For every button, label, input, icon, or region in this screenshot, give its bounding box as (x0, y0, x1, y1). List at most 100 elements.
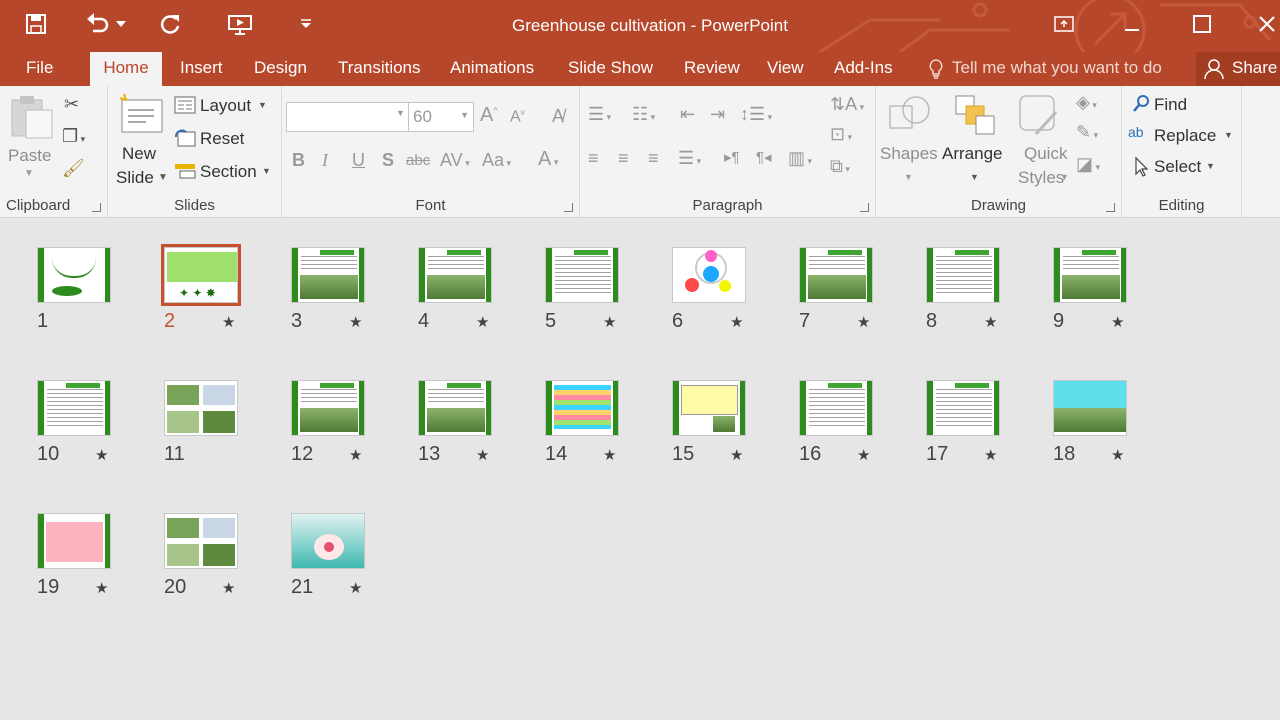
new-slide-dropdown-icon[interactable]: ▼ (158, 172, 168, 183)
quick-styles-dropdown-icon[interactable]: ▼ (1060, 172, 1069, 182)
slide-thumbnail[interactable] (672, 380, 746, 436)
animation-star-icon[interactable]: ★ (1111, 446, 1124, 464)
animation-star-icon[interactable]: ★ (349, 313, 362, 331)
paste-icon[interactable] (10, 94, 54, 140)
numbering-icon[interactable]: ☷ ▾ (632, 104, 655, 125)
replace-label[interactable]: Replace (1154, 126, 1216, 146)
tell-me-search[interactable]: Tell me what you want to do (952, 52, 1178, 86)
present-icon[interactable] (226, 10, 254, 38)
new-slide-label-1[interactable]: New (122, 144, 156, 164)
increase-indent-icon[interactable]: ⇥ (710, 104, 725, 125)
font-name-input[interactable] (286, 102, 412, 132)
drawing-launcher-icon[interactable] (1106, 203, 1115, 212)
select-icon[interactable] (1134, 156, 1150, 178)
close-icon[interactable] (1254, 8, 1280, 40)
animation-star-icon[interactable]: ★ (984, 446, 997, 464)
shape-fill-icon[interactable]: ◈ ▾ (1076, 92, 1097, 113)
slide-thumbnail[interactable] (291, 247, 365, 303)
replace-dropdown-icon[interactable]: ▼ (1224, 130, 1233, 140)
slide-thumbnail[interactable] (291, 513, 365, 569)
tab-home[interactable]: Home (90, 52, 162, 86)
select-dropdown-icon[interactable]: ▼ (1206, 161, 1215, 171)
arrange-dropdown-icon[interactable]: ▼ (970, 172, 979, 182)
text-direction-icon[interactable]: ⇅A ▾ (830, 94, 864, 115)
arrange-label[interactable]: Arrange (942, 144, 1002, 164)
tab-insert[interactable]: Insert (170, 52, 233, 86)
clear-formatting-icon[interactable]: A̸ (552, 106, 564, 127)
ltr-icon[interactable]: ▸¶ (724, 148, 740, 166)
font-color-icon[interactable]: A ▾ (538, 148, 558, 171)
arrange-icon[interactable] (954, 94, 998, 136)
animation-star-icon[interactable]: ★ (476, 446, 489, 464)
bold-icon[interactable]: B (292, 150, 305, 171)
slide-thumbnail[interactable] (672, 247, 746, 303)
slide-thumbnail[interactable] (1053, 380, 1127, 436)
animation-star-icon[interactable]: ★ (95, 579, 108, 597)
quick-styles-icon[interactable] (1016, 94, 1062, 138)
maximize-icon[interactable] (1184, 8, 1220, 40)
animation-star-icon[interactable]: ★ (476, 313, 489, 331)
slide-thumbnail[interactable] (545, 380, 619, 436)
layout-dropdown-icon[interactable]: ▼ (258, 100, 267, 110)
rtl-icon[interactable]: ¶◂ (756, 148, 772, 166)
save-icon[interactable] (22, 10, 50, 38)
minimize-icon[interactable] (1114, 8, 1150, 40)
tab-file[interactable]: File (16, 52, 63, 86)
font-size-input[interactable]: 60 ▼ (408, 102, 474, 132)
slide-thumbnail[interactable] (37, 513, 111, 569)
underline-icon[interactable]: U (352, 150, 365, 171)
paste-label[interactable]: Paste (8, 146, 51, 166)
cut-icon[interactable]: ✂ (64, 94, 79, 115)
align-text-icon[interactable]: ⊡ ▾ (830, 124, 852, 145)
slide-thumbnail[interactable] (164, 513, 238, 569)
animation-star-icon[interactable]: ★ (1111, 313, 1124, 331)
reset-label[interactable]: Reset (200, 129, 244, 149)
share-button[interactable]: Share (1196, 52, 1280, 86)
layout-label[interactable]: Layout (200, 96, 251, 116)
shapes-icon[interactable] (886, 94, 934, 136)
redo-icon[interactable] (156, 10, 184, 38)
reset-icon[interactable] (174, 129, 196, 147)
section-label[interactable]: Section (200, 162, 257, 182)
columns-icon[interactable]: ▥ ▾ (788, 148, 812, 169)
animation-star-icon[interactable]: ★ (603, 446, 616, 464)
align-center-icon[interactable]: ≡ (618, 148, 629, 169)
undo-icon[interactable] (84, 10, 112, 38)
slide-thumbnail[interactable] (799, 380, 873, 436)
select-label[interactable]: Select (1154, 157, 1201, 177)
slide-thumbnail[interactable] (291, 380, 365, 436)
character-spacing-icon[interactable]: AV ▾ (440, 150, 470, 171)
slide-thumbnail[interactable] (37, 247, 111, 303)
paste-dropdown-icon[interactable]: ▼ (24, 168, 34, 179)
align-right-icon[interactable]: ≡ (648, 148, 659, 169)
animation-star-icon[interactable]: ★ (730, 313, 743, 331)
slide-thumbnail[interactable] (418, 247, 492, 303)
change-case-icon[interactable]: Aa ▾ (482, 150, 511, 171)
shapes-dropdown-icon[interactable]: ▼ (904, 172, 913, 182)
slide-thumbnail[interactable] (926, 380, 1000, 436)
slide-thumbnail[interactable]: ✦ ✦ ✸ (161, 244, 241, 306)
quick-styles-label-2[interactable]: Styles (1018, 168, 1064, 188)
quick-styles-label-1[interactable]: Quick (1024, 144, 1067, 164)
slide-thumbnail[interactable] (799, 247, 873, 303)
copy-icon[interactable]: ❐ ▾ (62, 126, 85, 147)
font-name-dropdown-icon[interactable]: ▼ (396, 108, 405, 118)
slide-thumbnail[interactable] (418, 380, 492, 436)
animation-star-icon[interactable]: ★ (603, 313, 616, 331)
tab-design[interactable]: Design (244, 52, 317, 86)
animation-star-icon[interactable]: ★ (857, 313, 870, 331)
tab-view[interactable]: View (757, 52, 814, 86)
find-label[interactable]: Find (1154, 95, 1187, 115)
paragraph-launcher-icon[interactable] (860, 203, 869, 212)
tab-add-ins[interactable]: Add-Ins (824, 52, 903, 86)
italic-icon[interactable]: I (322, 150, 328, 171)
justify-icon[interactable]: ☰ ▾ (678, 148, 701, 169)
font-size-dropdown-icon[interactable]: ▼ (460, 110, 469, 120)
bullets-icon[interactable]: ☰ ▾ (588, 104, 611, 125)
animation-star-icon[interactable]: ★ (349, 446, 362, 464)
animation-star-icon[interactable]: ★ (349, 579, 362, 597)
shape-effects-icon[interactable]: ◪ ▾ (1076, 154, 1100, 175)
section-icon[interactable] (174, 162, 196, 180)
shape-outline-icon[interactable]: ✎ ▾ (1076, 122, 1098, 143)
find-icon[interactable] (1132, 94, 1150, 114)
